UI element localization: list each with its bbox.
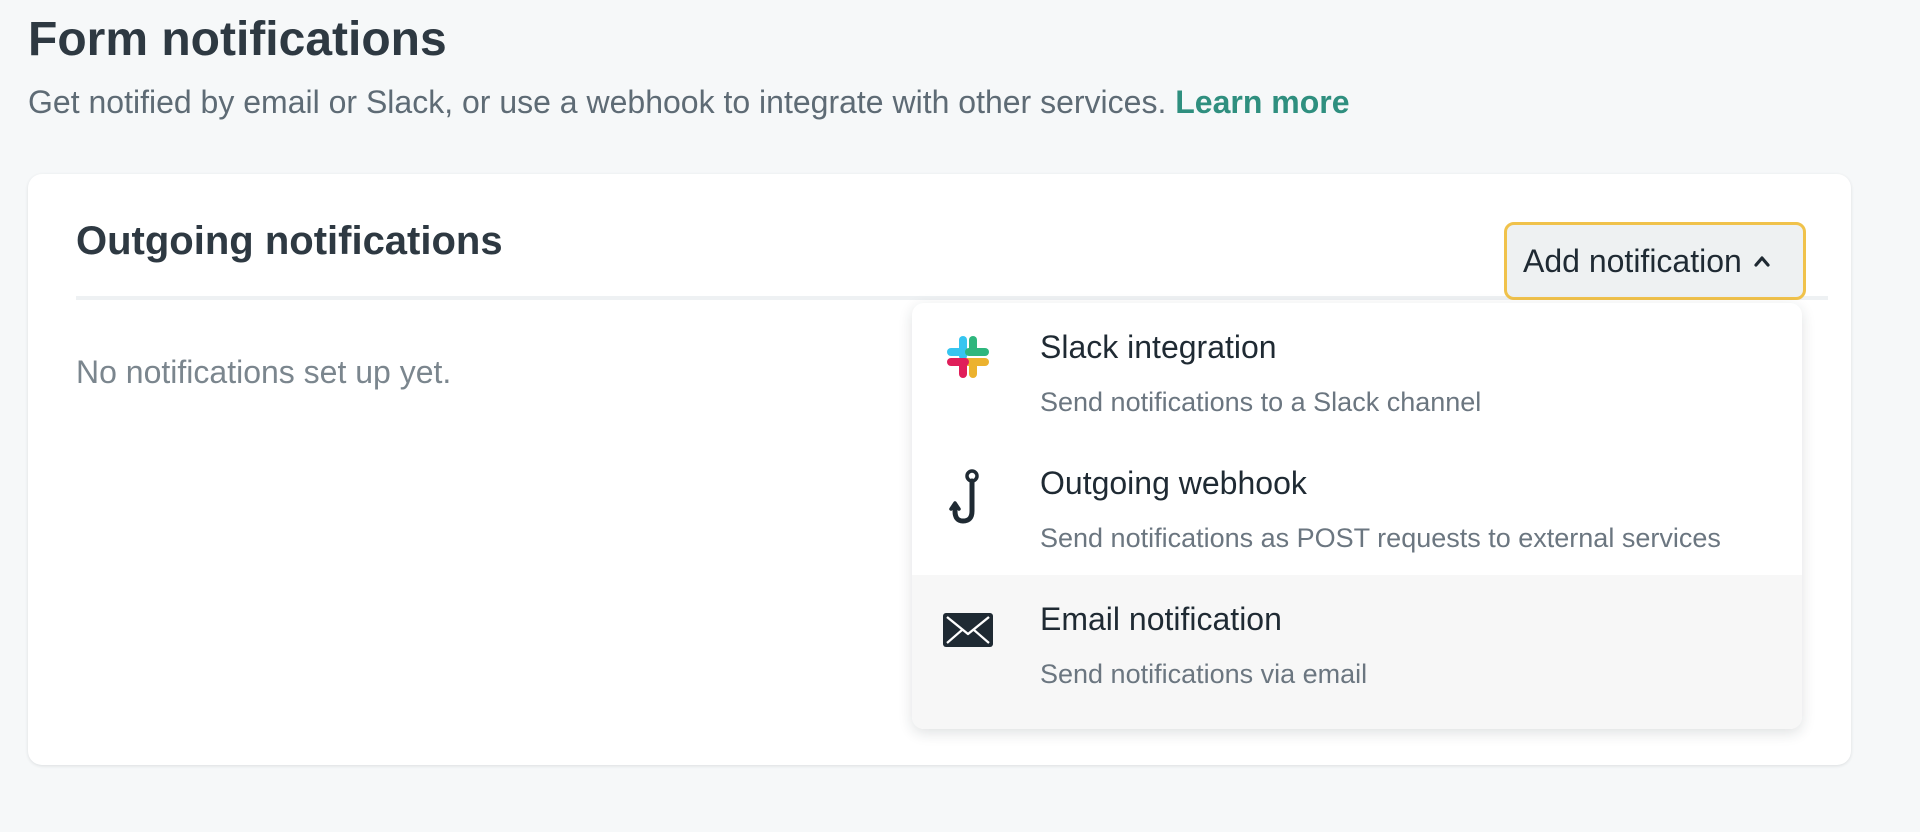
add-notification-label: Add notification xyxy=(1523,243,1742,279)
form-notifications-page: Form notifications Get notified by email… xyxy=(0,0,1920,832)
add-notification-dropdown: Slack integration Send notifications to … xyxy=(912,303,1802,729)
empty-state-text: No notifications set up yet. xyxy=(76,354,452,390)
learn-more-link[interactable]: Learn more xyxy=(1175,84,1349,120)
page-title: Form notifications xyxy=(28,13,447,66)
menu-item-email-notification[interactable]: Email notification Send notifications vi… xyxy=(912,575,1802,729)
chevron-up-icon xyxy=(1752,251,1772,271)
slack-icon xyxy=(942,331,994,383)
page-subtitle: Get notified by email or Slack, or use a… xyxy=(28,80,1350,124)
menu-item-title: Outgoing webhook xyxy=(1040,465,1307,501)
webhook-hook-icon xyxy=(942,467,994,524)
menu-item-title: Email notification xyxy=(1040,601,1282,637)
menu-item-description: Send notifications as POST requests to e… xyxy=(1040,523,1721,553)
envelope-icon xyxy=(942,603,994,655)
menu-item-description: Send notifications to a Slack channel xyxy=(1040,387,1482,417)
menu-item-title: Slack integration xyxy=(1040,329,1277,365)
subtitle-text: Get notified by email or Slack, or use a… xyxy=(28,84,1167,120)
menu-item-outgoing-webhook[interactable]: Outgoing webhook Send notifications as P… xyxy=(912,439,1802,575)
menu-item-slack-integration[interactable]: Slack integration Send notifications to … xyxy=(912,303,1802,439)
card-title: Outgoing notifications xyxy=(76,219,503,263)
menu-item-description: Send notifications via email xyxy=(1040,659,1368,689)
add-notification-button[interactable]: Add notification xyxy=(1504,222,1806,300)
